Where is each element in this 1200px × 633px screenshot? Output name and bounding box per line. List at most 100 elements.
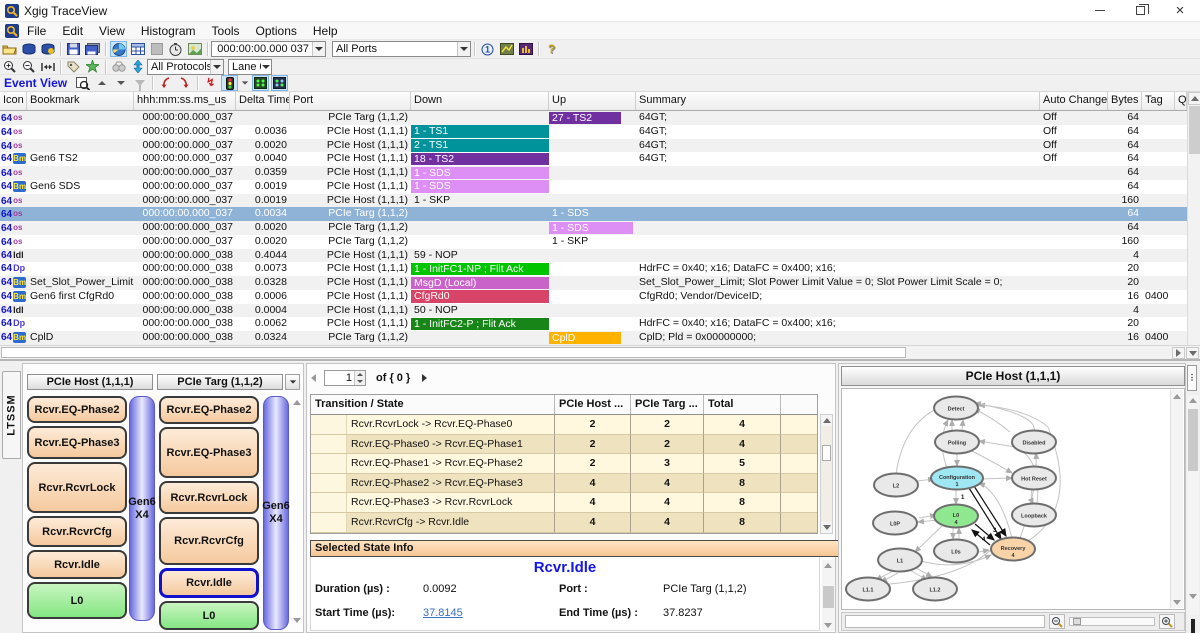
timestamp-combo[interactable]: 000:00:00.000 037	[211, 41, 326, 57]
packet-bar[interactable]: 1 - InitFC2-P ; Flit Ack	[411, 318, 549, 331]
menu-item-tools[interactable]: Tools	[204, 24, 248, 38]
open-trace-button[interactable]	[1, 41, 18, 57]
state-node-polling[interactable]: Polling	[935, 431, 979, 454]
menu-item-help[interactable]: Help	[305, 24, 346, 38]
spin-down[interactable]	[355, 378, 365, 385]
ltssm-header-dropdown[interactable]	[285, 374, 300, 390]
spin-up[interactable]	[355, 371, 365, 378]
col-pcie-targ[interactable]: PCIe Targ ...	[631, 395, 704, 414]
diagram-vertical-scrollbar[interactable]	[1170, 390, 1183, 608]
trace-vertical-scrollbar[interactable]	[1187, 92, 1200, 345]
analysis-view-button[interactable]	[517, 41, 534, 57]
scroll-thumb[interactable]	[1188, 409, 1198, 471]
ltssm-state-rcvr-rcvrlock[interactable]: Rcvr.RcvrLock	[27, 462, 127, 513]
close-button[interactable]: ×	[1160, 0, 1200, 22]
column-header-bytes[interactable]: Bytes	[1108, 92, 1142, 110]
trace-row[interactable]: 64os000:00:00.000_0370.0359PCIe Host (1,…	[0, 166, 1187, 180]
ltssm-state-diagram[interactable]: DetectPollingDisabledConfiguration1Hot R…	[842, 389, 1172, 607]
trace-row[interactable]: 64os000:00:00.000_0370.0019PCIe Host (1,…	[0, 194, 1187, 208]
ltssm-state-rcvr-eq-phase2[interactable]: Rcvr.EQ-Phase2	[159, 396, 259, 424]
state-node-l1-1[interactable]: L1.1	[846, 578, 890, 601]
column-header-icon[interactable]: Icon	[0, 92, 27, 110]
lane-combo[interactable]: Lane 0	[228, 59, 272, 75]
snapshot-button[interactable]	[186, 41, 203, 57]
restore-button[interactable]	[1120, 0, 1160, 22]
pager-prev-icon[interactable]	[311, 374, 316, 382]
trace-row[interactable]: 64os000:00:00.000_0370.0036PCIe Host (1,…	[0, 125, 1187, 139]
diagram-zoom-out-button[interactable]	[1049, 614, 1065, 629]
scroll-up-button[interactable]	[1171, 390, 1183, 402]
scroll-down-button[interactable]	[822, 620, 834, 631]
packet-bar[interactable]: 1 - TS1	[411, 125, 549, 138]
export-segment-button[interactable]	[39, 41, 56, 57]
chart-view-button[interactable]	[110, 41, 127, 57]
scroll-up-button[interactable]	[822, 560, 834, 571]
ltssm-tab[interactable]: LTSSM	[2, 371, 21, 459]
traffic-light-button[interactable]	[221, 75, 238, 91]
ports-combo[interactable]: All Ports	[332, 41, 471, 57]
packet-bar[interactable]: 2 - TS1	[411, 139, 549, 152]
scroll-thumb[interactable]	[822, 445, 831, 461]
trace-row[interactable]: 64os000:00:00.000_037PCIe Targ (1,1,2)27…	[0, 111, 1187, 125]
next-event-button[interactable]	[112, 75, 129, 91]
ltssm-state-l0[interactable]: L0	[27, 582, 127, 619]
state-node-disabled[interactable]: Disabled	[1012, 431, 1056, 454]
sync-scroll-button[interactable]	[129, 59, 146, 75]
transition-row[interactable]: Rcvr.EQ-Phase3 -> Rcvr.RcvrLock448	[311, 493, 817, 513]
save-button[interactable]	[65, 41, 82, 57]
trace-row[interactable]: 64Dp000:00:00.000_0380.0062PCIe Host (1,…	[0, 317, 1187, 331]
scroll-thumb[interactable]	[1189, 106, 1200, 154]
trace-row[interactable]: 64BmGen6 first CfgRd0000:00:00.000_0380.…	[0, 290, 1187, 304]
ltssm-state-rcvr-idle[interactable]: Rcvr.Idle	[159, 568, 259, 598]
ltssm-scroll-down[interactable]	[291, 614, 303, 626]
jump-forward-button[interactable]	[176, 75, 193, 91]
column-header-delta[interactable]: Delta Time	[236, 92, 290, 110]
column-header-qu[interactable]: Qu	[1175, 92, 1187, 110]
tag-button[interactable]	[65, 59, 82, 75]
scroll-thumb[interactable]	[823, 586, 834, 608]
scroll-up-button[interactable]	[1187, 395, 1199, 406]
scroll-down-button[interactable]	[1186, 347, 1199, 359]
trace-row[interactable]: 64BmSet_Slot_Power_Limit000:00:00.000_03…	[0, 276, 1187, 290]
strip-scrollbar[interactable]	[1187, 395, 1199, 615]
zoom-out-button[interactable]	[20, 59, 37, 75]
scroll-up-button[interactable]	[821, 415, 832, 426]
trace-row[interactable]: 64os000:00:00.000_0370.0020PCIe Targ (1,…	[0, 221, 1187, 235]
ltssm-state-rcvr-eq-phase2[interactable]: Rcvr.EQ-Phase2	[27, 396, 127, 423]
transition-scrollbar[interactable]	[820, 414, 833, 534]
ltssm-host-header[interactable]: PCIe Host (1,1,1)	[27, 374, 153, 390]
menu-item-file[interactable]: File	[19, 24, 54, 38]
state-node-loopback[interactable]: Loopback	[1012, 504, 1056, 527]
transition-row[interactable]: Rcvr.RcvrCfg -> Rcvr.Idle448	[311, 513, 817, 533]
chevron-down-icon[interactable]	[457, 42, 470, 56]
timer-button[interactable]	[167, 41, 184, 57]
state-node-l1-2[interactable]: L1.2	[913, 578, 957, 601]
help-button[interactable]: ?	[543, 41, 560, 57]
column-header-port[interactable]: Port	[290, 92, 411, 110]
scroll-down-button[interactable]	[821, 522, 832, 533]
prev-event-button[interactable]	[93, 75, 110, 91]
col-total[interactable]: Total	[704, 395, 781, 414]
column-header-summary[interactable]: Summary	[636, 92, 1040, 110]
ltssm-state-rcvr-eq-phase3[interactable]: Rcvr.EQ-Phase3	[159, 427, 259, 478]
state-node-configuration[interactable]: Configuration1	[931, 467, 983, 490]
col-transition-state[interactable]: Transition / State	[311, 395, 555, 414]
transition-row[interactable]: Rcvr.EQ-Phase1 -> Rcvr.EQ-Phase2235	[311, 454, 817, 474]
state-node-hot-reset[interactable]: Hot Reset	[1012, 467, 1056, 490]
state-node-l2[interactable]: L2	[874, 474, 918, 497]
diagram-header[interactable]: PCIe Host (1,1,1)	[841, 366, 1185, 386]
state-node-recovery[interactable]: Recovery4	[991, 538, 1035, 561]
diagram-hscroll-track[interactable]	[845, 615, 1045, 628]
scroll-right-button[interactable]	[1172, 347, 1185, 359]
info-scrollbar[interactable]	[822, 560, 835, 631]
packet-bar[interactable]: 1 - SDS	[411, 167, 549, 180]
save-all-button[interactable]	[84, 41, 101, 57]
ltssm-state-rcvr-rcvrlock[interactable]: Rcvr.RcvrLock	[159, 481, 259, 514]
transition-row[interactable]: Rcvr.EQ-Phase0 -> Rcvr.EQ-Phase1224	[311, 435, 817, 455]
trace-row[interactable]: 64BmGen6 TS2000:00:00.000_0370.0040PCIe …	[0, 152, 1187, 166]
ltssm-state-l0[interactable]: L0	[159, 601, 259, 630]
trace-row[interactable]: 64os000:00:00.000_0370.0034PCIe Targ (1,…	[0, 207, 1187, 221]
diagram-zoom-slider[interactable]	[1069, 617, 1155, 626]
column-header-up[interactable]: Up	[549, 92, 636, 110]
trace-row[interactable]: 64BmGen6 SDS000:00:00.000_0370.0019PCIe …	[0, 180, 1187, 194]
